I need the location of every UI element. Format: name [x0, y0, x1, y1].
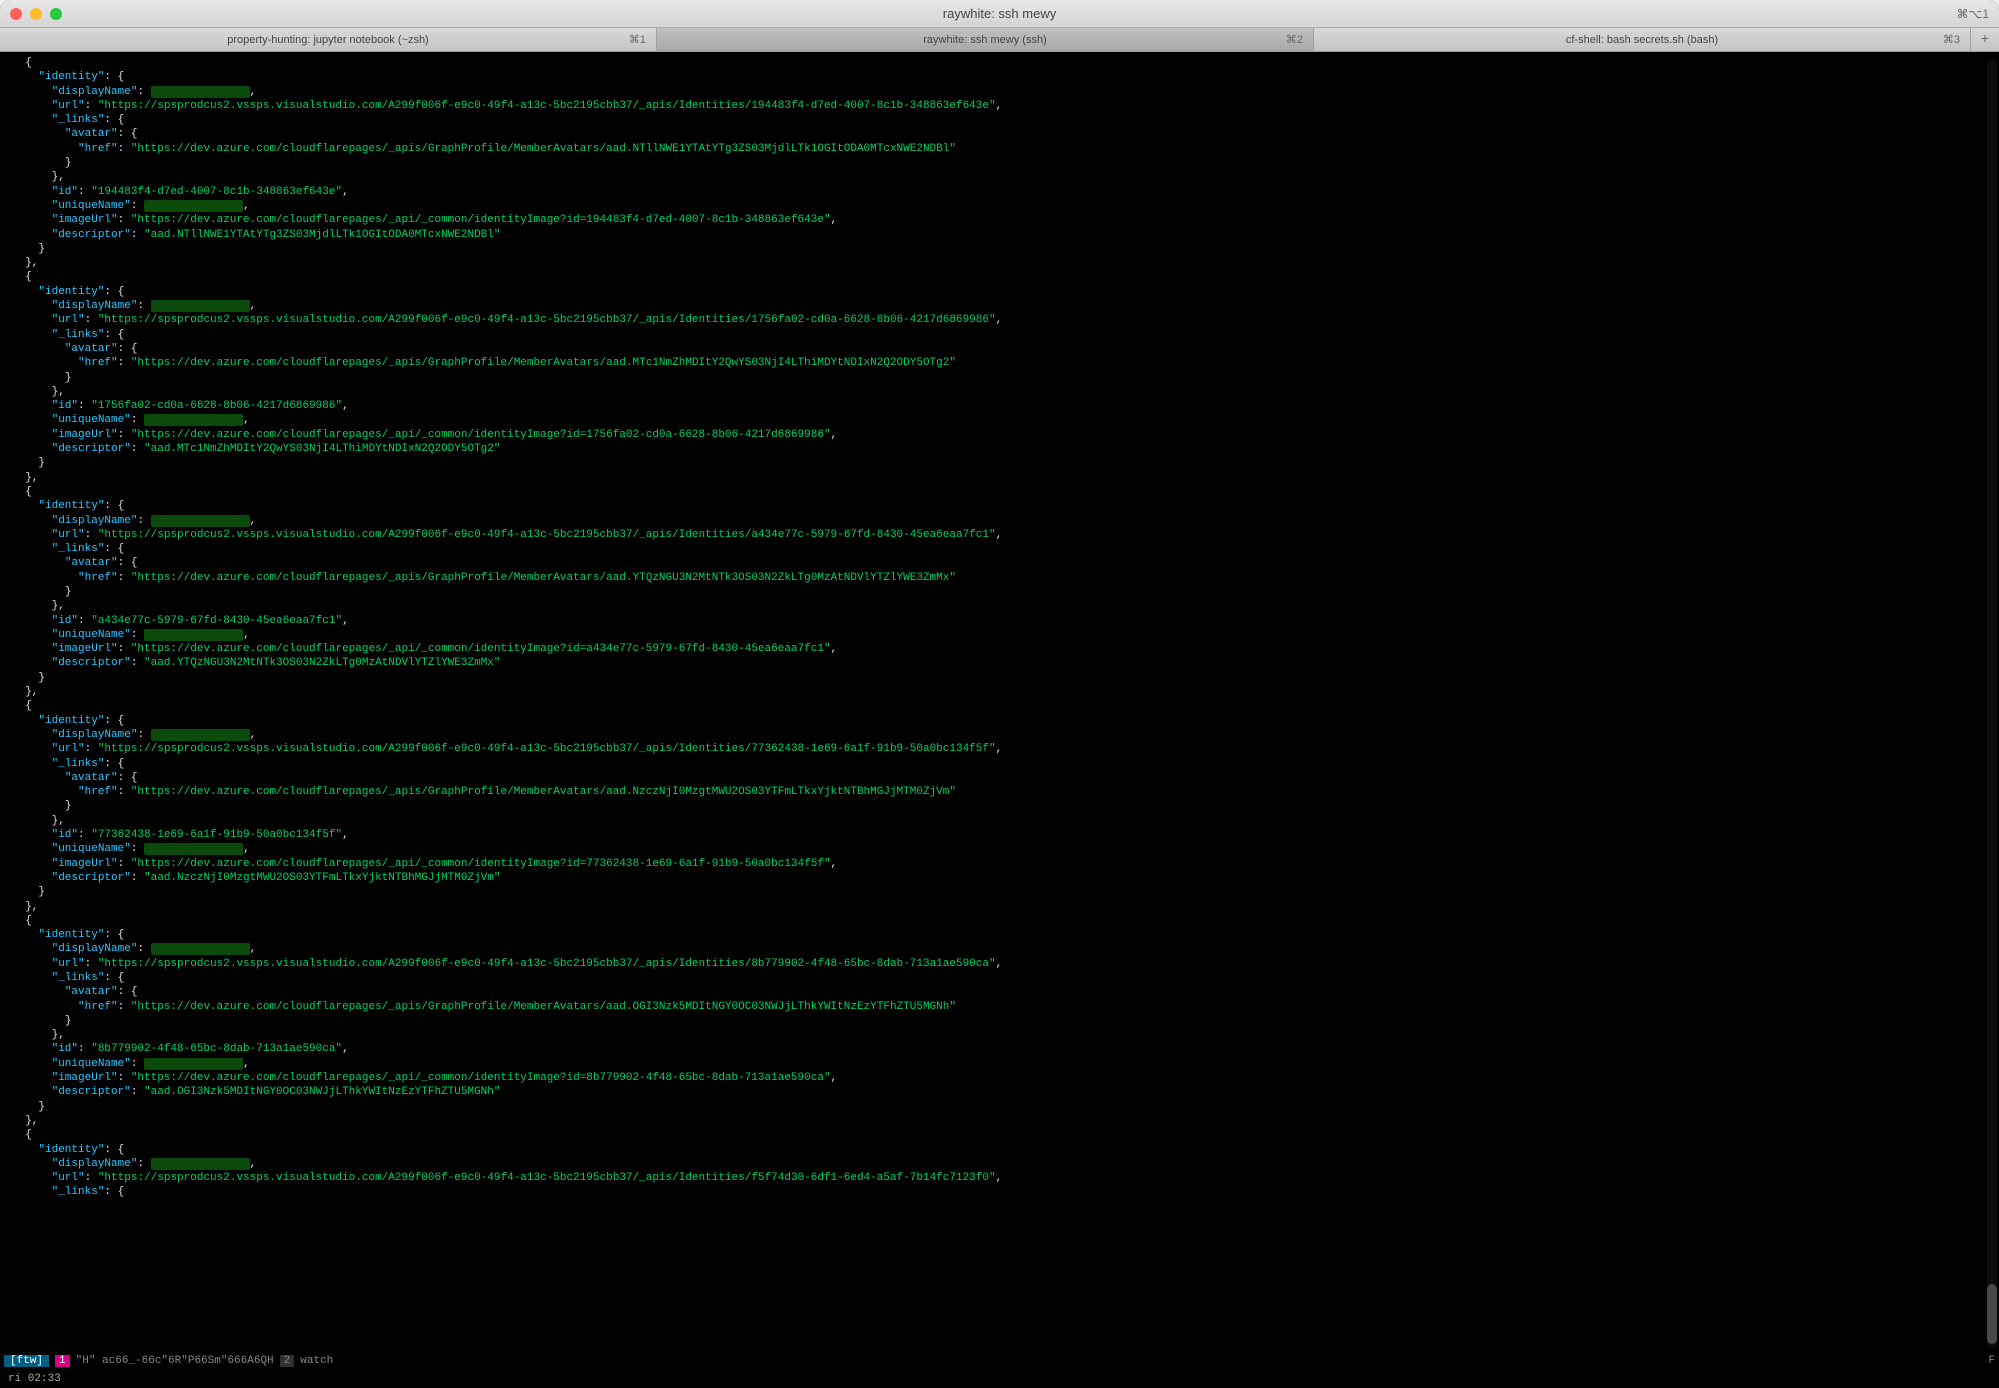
window-1-text: "H" ac66_-66c"6R"P66Sm"666A6QH [76, 1355, 274, 1367]
terminal-window: raywhite: ssh mewy ⌘⌥1 property-hunting:… [0, 0, 1999, 1388]
scrollbar[interactable] [1987, 60, 1997, 1348]
tab-shortcut: ⌘3 [1943, 33, 1960, 46]
scroll-track [1987, 60, 1997, 1348]
status-left: [ftw] 1 "H" ac66_-66c"6R"P66Sm"666A6QH 2… [4, 1355, 333, 1367]
tab-property-hunting[interactable]: property-hunting: jupyter notebook (~zsh… [0, 28, 657, 51]
status-right: F [1988, 1355, 1995, 1367]
tab-label: property-hunting: jupyter notebook (~zsh… [227, 34, 428, 46]
tabbar: property-hunting: jupyter notebook (~zsh… [0, 28, 1999, 52]
tab-cf-shell[interactable]: cf-shell: bash secrets.sh (bash) ⌘3 [1314, 28, 1971, 51]
tab-label: cf-shell: bash secrets.sh (bash) [1566, 34, 1718, 46]
window-title: raywhite: ssh mewy [943, 6, 1056, 21]
minimize-icon[interactable] [30, 8, 42, 20]
bottom-bar: ri 02:33 [0, 1370, 1999, 1388]
session-name: [ftw] [4, 1355, 49, 1367]
tab-raywhite[interactable]: raywhite: ssh mewy (ssh) ⌘2 [657, 28, 1314, 51]
add-tab-button[interactable]: + [1971, 28, 1999, 51]
window-index-1[interactable]: 1 [55, 1355, 70, 1367]
window-2-text: watch [300, 1355, 333, 1367]
window-shortcut: ⌘⌥1 [1956, 7, 1989, 21]
window-index-2[interactable]: 2 [280, 1355, 295, 1367]
scroll-thumb[interactable] [1987, 1284, 1997, 1344]
traffic-lights [10, 8, 62, 20]
tab-shortcut: ⌘1 [629, 33, 646, 46]
titlebar[interactable]: raywhite: ssh mewy ⌘⌥1 [0, 0, 1999, 28]
terminal-content[interactable]: { "identity": { "displayName": xxxxxxxxx… [0, 52, 1999, 1352]
close-icon[interactable] [10, 8, 22, 20]
tab-shortcut: ⌘2 [1286, 33, 1303, 46]
tmux-statusbar: [ftw] 1 "H" ac66_-66c"6R"P66Sm"666A6QH 2… [0, 1352, 1999, 1370]
maximize-icon[interactable] [50, 8, 62, 20]
clock: ri 02:33 [8, 1373, 61, 1385]
tab-label: raywhite: ssh mewy (ssh) [923, 34, 1046, 46]
